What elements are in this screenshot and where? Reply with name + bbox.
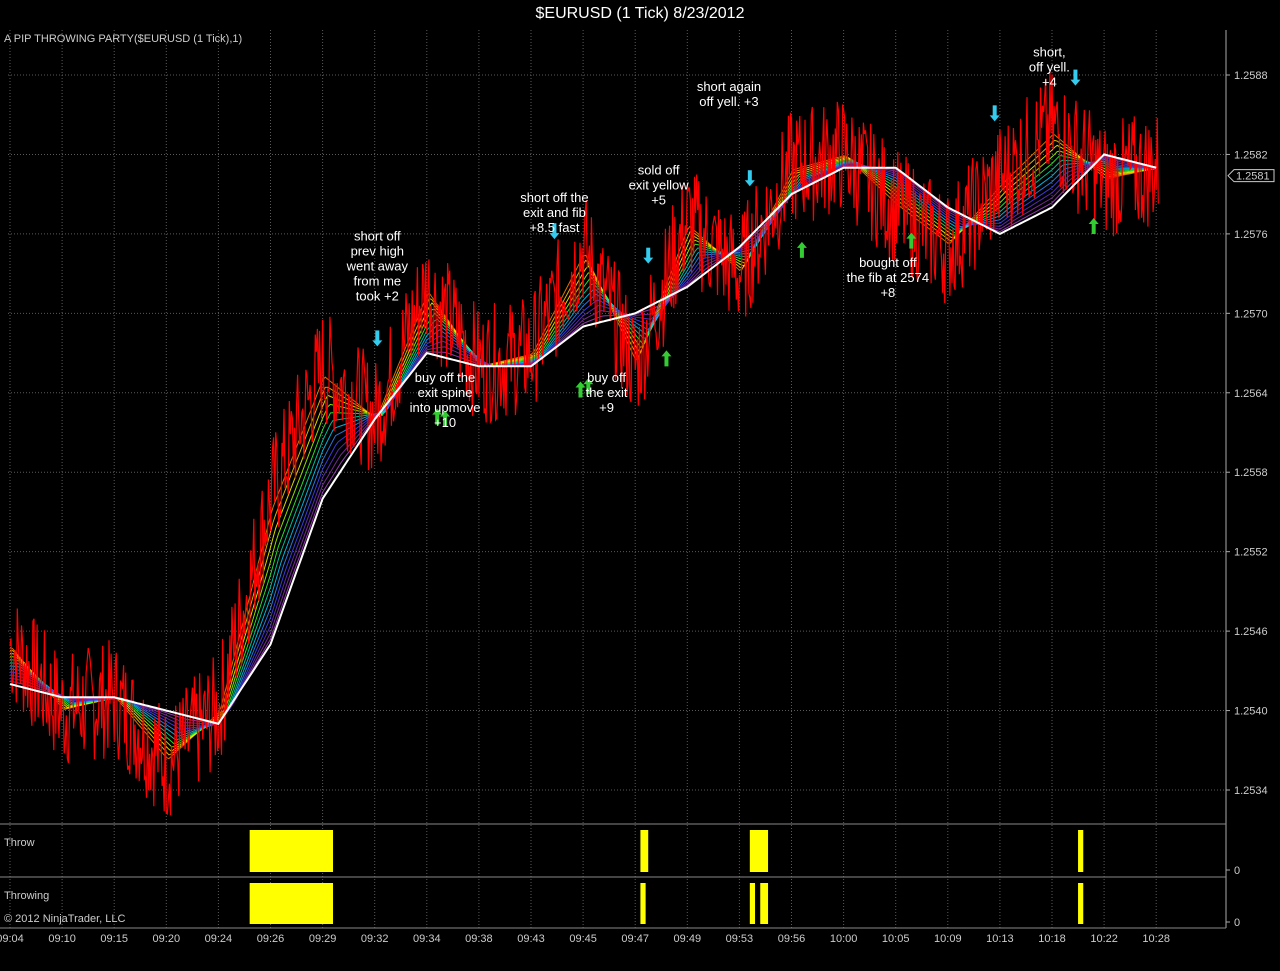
x-tick-label: 09:04 [0, 933, 24, 945]
short-arrow-icon-head [989, 115, 1000, 122]
trade-annotation: prev high [351, 244, 404, 259]
trade-annotation: short off the [520, 190, 588, 205]
x-tick-label: 10:00 [830, 933, 858, 945]
indicator-label: A PIP THROWING PARTY($EURUSD (1 Tick),1) [4, 33, 242, 45]
short-arrow-icon-head [744, 180, 755, 187]
moving-average-line [9, 160, 1157, 737]
x-tick-label: 09:26 [257, 933, 285, 945]
price-chart[interactable]: short offprev highwent awayfrom metook +… [0, 0, 1280, 971]
trade-annotation: off yell. [1029, 59, 1070, 74]
throwing-panel-bar [249, 883, 334, 924]
x-tick-label: 10:28 [1142, 933, 1170, 945]
trade-annotation: exit and fib [523, 205, 586, 220]
throw-panel-bar [640, 830, 649, 872]
y-tick-label: 1.2552 [1234, 547, 1268, 559]
y-tick-label: 1.2588 [1234, 70, 1268, 82]
x-tick-label: 09:38 [465, 933, 493, 945]
moving-average-line [9, 159, 1157, 734]
x-tick-label: 09:34 [413, 933, 441, 945]
buy-arrow-icon-head [796, 241, 807, 248]
y-tick-label: 1.2582 [1234, 149, 1268, 161]
throwing-panel-title: Throwing [4, 890, 49, 902]
trade-annotation: +8 [880, 285, 895, 300]
y-tick-label: 1.2540 [1234, 706, 1268, 718]
x-tick-label: 09:10 [48, 933, 76, 945]
trade-annotation: sold off [638, 162, 680, 177]
x-tick-label: 09:32 [361, 933, 389, 945]
throw-panel-bar [749, 830, 769, 872]
x-tick-label: 10:18 [1038, 933, 1066, 945]
throw-panel-bar [1078, 830, 1084, 872]
x-tick-label: 10:13 [986, 933, 1014, 945]
trade-annotation: exit yellow [629, 177, 690, 192]
trade-annotation: buy off the [415, 370, 475, 385]
trade-annotation: +5 [651, 192, 666, 207]
trade-annotation: +10 [434, 415, 456, 430]
trade-annotation: the fib at 2574 [847, 270, 929, 285]
x-tick-label: 09:47 [621, 933, 649, 945]
x-tick-label: 10:09 [934, 933, 962, 945]
trade-annotation: bought off [859, 255, 917, 270]
copyright-label: © 2012 NinjaTrader, LLC [4, 913, 125, 925]
x-tick-label: 09:43 [517, 933, 545, 945]
trade-annotation: from me [353, 274, 401, 289]
throwing-panel-bar [749, 883, 756, 924]
y-tick-label: 1.2570 [1234, 308, 1268, 320]
trade-annotation: +4 [1042, 74, 1057, 89]
y-tick-label: 1.2564 [1234, 388, 1268, 400]
throw-panel-zero-label: 0 [1234, 865, 1240, 877]
trade-annotation: short off [354, 229, 401, 244]
throw-panel-title: Throw [4, 837, 35, 849]
x-tick-label: 09:20 [153, 933, 181, 945]
price-series-line [9, 72, 1159, 816]
spine-line [9, 153, 1157, 725]
throwing-panel-bar [1078, 883, 1084, 924]
y-tick-label: 1.2534 [1234, 785, 1268, 797]
x-tick-label: 09:53 [726, 933, 754, 945]
throwing-panel-bar [640, 883, 646, 924]
x-tick-label: 09:24 [205, 933, 233, 945]
trade-annotation: the exit [586, 385, 628, 400]
x-tick-label: 09:56 [778, 933, 806, 945]
buy-arrow-icon-head [661, 350, 672, 357]
trade-annotation: buy off [587, 370, 626, 385]
throwing-panel-zero-label: 0 [1234, 917, 1240, 929]
trade-annotation: off yell. +3 [699, 94, 758, 109]
x-tick-label: 09:49 [674, 933, 702, 945]
trade-annotation: into upmove [410, 400, 481, 415]
trade-annotation: exit spine [418, 385, 473, 400]
buy-arrow-icon-head [1088, 218, 1099, 224]
trade-annotation: took +2 [356, 289, 399, 304]
x-tick-label: 09:29 [309, 933, 337, 945]
y-tick-label: 1.2546 [1234, 626, 1268, 638]
x-tick-label: 09:45 [569, 933, 597, 945]
y-tick-label: 1.2558 [1234, 467, 1268, 479]
trade-annotation: +9 [599, 400, 614, 415]
x-tick-label: 09:15 [100, 933, 128, 945]
trade-annotation: short again [697, 79, 761, 94]
short-arrow-icon-head [372, 340, 383, 347]
x-tick-label: 10:22 [1090, 933, 1118, 945]
throw-panel-bar [249, 830, 334, 872]
buy-arrow-icon-head [575, 381, 586, 388]
trade-annotation: went away [346, 259, 409, 274]
x-tick-label: 10:05 [882, 933, 910, 945]
last-price-label: 1.2581 [1236, 171, 1270, 183]
trade-annotation: short, [1033, 44, 1066, 59]
y-tick-label: 1.2576 [1234, 229, 1268, 241]
short-arrow-icon-head [1070, 79, 1081, 86]
short-arrow-icon-head [643, 257, 654, 264]
trade-annotation: +8.5 fast [529, 220, 580, 235]
throwing-panel-bar [760, 883, 769, 924]
